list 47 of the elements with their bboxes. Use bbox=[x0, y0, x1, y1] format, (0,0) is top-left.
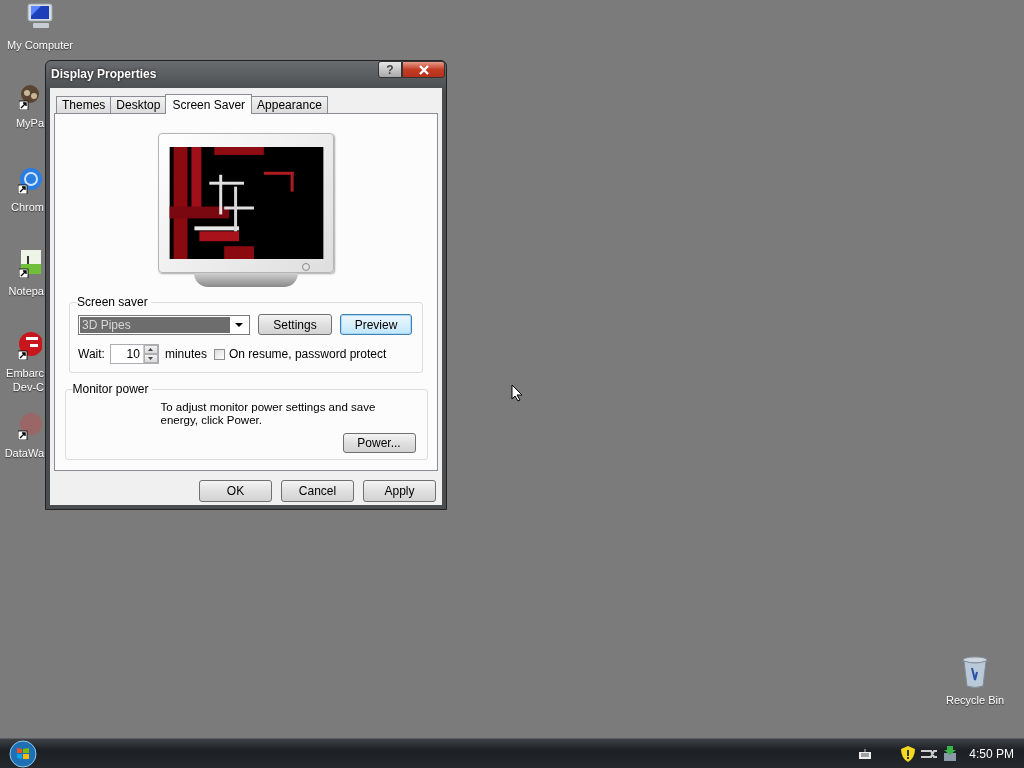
number-field[interactable]: 10 bbox=[109, 344, 159, 364]
dialog-button[interactable]: OK bbox=[199, 480, 272, 502]
keyboard-icon[interactable] bbox=[859, 748, 872, 759]
browser-icon bbox=[18, 166, 42, 194]
unit-label: minutes bbox=[164, 347, 207, 361]
help-button[interactable]: ? bbox=[378, 61, 402, 78]
close-icon bbox=[417, 64, 430, 75]
group-label: Monitor power bbox=[72, 382, 150, 396]
arrows-icon[interactable] bbox=[921, 747, 938, 760]
mouse-pointer-icon bbox=[511, 384, 523, 402]
tab[interactable]: Desktop bbox=[110, 96, 167, 113]
dialog-button[interactable]: Preview bbox=[340, 314, 412, 335]
tab[interactable]: Appearance bbox=[251, 96, 328, 113]
app-icon bbox=[18, 412, 42, 440]
windows-logo-icon bbox=[9, 739, 37, 768]
checkbox[interactable] bbox=[213, 348, 225, 360]
icon-label[interactable]: Chrom bbox=[11, 200, 44, 214]
icon-label[interactable]: Recycle Bin bbox=[945, 694, 1005, 706]
tab[interactable]: Screen Saver bbox=[165, 94, 253, 114]
icon-label[interactable]: Notepa bbox=[8, 284, 44, 298]
up-arrow-icon[interactable] bbox=[148, 348, 154, 351]
shield-icon[interactable] bbox=[901, 745, 916, 762]
window-title: Display Properties bbox=[51, 67, 158, 81]
tab[interactable]: Themes bbox=[56, 96, 112, 113]
power-button-icon bbox=[299, 262, 313, 272]
icon-label[interactable]: Embarc Dev-C bbox=[6, 366, 44, 394]
app-icon bbox=[19, 84, 41, 110]
down-arrow-icon[interactable] bbox=[148, 357, 154, 360]
icon-label[interactable]: MyPa bbox=[15, 116, 44, 130]
checkbox-label[interactable]: On resume, password protect bbox=[228, 347, 387, 361]
power-button[interactable]: Power... bbox=[342, 433, 416, 453]
dialog-button[interactable]: Settings bbox=[258, 314, 332, 335]
dialog-button[interactable]: Apply bbox=[363, 480, 436, 502]
instruction-text: To adjust monitor power settings and save energy, click Power. bbox=[160, 401, 377, 427]
computer-icon bbox=[25, 2, 55, 30]
icon-label[interactable]: My Computer bbox=[7, 38, 73, 52]
notepad-icon bbox=[19, 248, 41, 278]
caret-icon bbox=[235, 322, 243, 327]
trash-can-icon bbox=[962, 656, 988, 688]
icon-label[interactable]: DataWa bbox=[4, 446, 44, 460]
clock[interactable]: 4:50 PM bbox=[969, 746, 1014, 761]
dialog-button[interactable]: Cancel bbox=[281, 480, 354, 502]
field-label: Wait: bbox=[78, 347, 105, 361]
close-button[interactable] bbox=[402, 61, 445, 78]
dropdown[interactable]: 3D Pipes bbox=[78, 314, 250, 335]
group-label: Screen saver bbox=[77, 295, 149, 309]
start-button[interactable] bbox=[9, 738, 39, 768]
